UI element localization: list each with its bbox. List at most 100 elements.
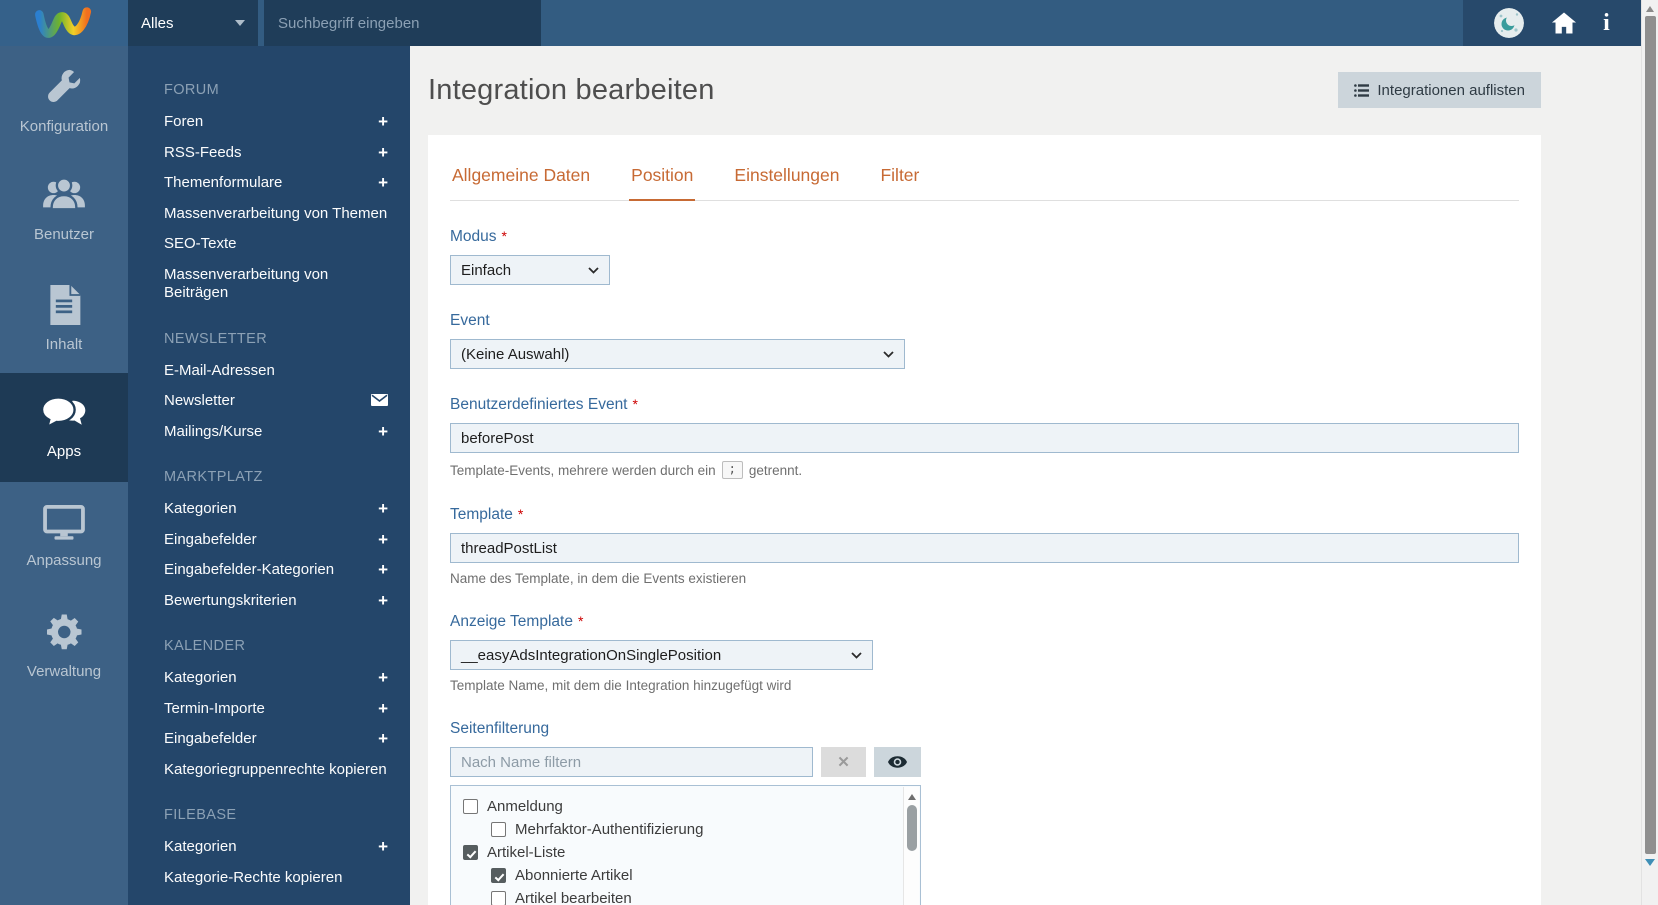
home-button[interactable] [1551,12,1577,34]
menu-item-label: SEO-Texte [164,235,237,252]
menu-item-rss-feeds[interactable]: RSS-Feeds + [128,138,410,169]
info-button[interactable]: i [1603,11,1610,35]
menu-item-filebase-kategorien[interactable]: Kategorien + [128,832,410,863]
list-integrations-button[interactable]: Integrationen auflisten [1338,72,1541,108]
tab-allgemeine-daten[interactable]: Allgemeine Daten [450,151,592,201]
page-row-label: Artikel-Liste [487,844,566,861]
plus-icon[interactable]: + [378,500,388,517]
menu-item-massenverarbeitung-beitraege[interactable]: Massenverarbeitung von Beiträgen [128,260,410,309]
app-logo[interactable] [0,0,128,46]
menu-item-themenformulare[interactable]: Themenformulare + [128,168,410,199]
plus-icon[interactable]: + [378,113,388,130]
scrollbar-thumb[interactable] [906,805,917,851]
required-marker: * [632,396,638,412]
scroll-down-arrow-icon[interactable] [1645,859,1655,866]
menu-item-termin-importe[interactable]: Termin-Importe + [128,694,410,725]
plus-icon[interactable]: + [378,592,388,609]
scroll-up-arrow-icon[interactable] [907,794,916,800]
woltlab-logo-icon [35,7,92,38]
menu-item-marktplatz-kategorien[interactable]: Kategorien + [128,494,410,525]
checkbox-unchecked-icon[interactable] [491,891,506,905]
tab-position[interactable]: Position [629,151,696,201]
menu-item-bewertungskriterien[interactable]: Bewertungskriterien + [128,586,410,617]
users-icon [43,176,85,210]
custom-event-input[interactable] [450,423,1519,453]
menu-item-seo-texte[interactable]: SEO-Texte [128,229,410,260]
menu-item-label: Kategoriegruppenrechte kopieren [164,760,387,778]
page-row-artikel-liste[interactable]: Artikel-Liste [451,841,920,864]
wrench-icon [48,69,81,102]
required-marker: * [501,228,507,244]
sidebar-item-konfiguration[interactable]: Konfiguration [0,46,128,155]
plus-icon[interactable]: + [378,561,388,578]
menu-item-label: Foren [164,113,204,130]
menu-item-marktplatz-eingabefelder[interactable]: Eingabefelder + [128,525,410,556]
list-integrations-label: Integrationen auflisten [1377,81,1525,99]
user-menu-button[interactable] [1494,8,1525,38]
plus-icon[interactable]: + [378,838,388,855]
scrollbar-thumb[interactable] [1644,16,1656,854]
plus-icon[interactable]: + [378,531,388,548]
page-filter-input[interactable] [450,747,813,777]
menu-item-email-adressen[interactable]: E-Mail-Adressen [128,356,410,387]
page-row-artikel-bearbeiten[interactable]: Artikel bearbeiten [451,887,920,905]
menu-item-massenverarbeitung-themen[interactable]: Massenverarbeitung von Themen [128,199,410,230]
menu-section-title: KALENDER [164,638,246,654]
page-row-anmeldung[interactable]: Anmeldung [451,795,920,818]
checkbox-unchecked-icon[interactable] [463,799,478,814]
search-input[interactable] [264,14,541,32]
checkbox-unchecked-icon[interactable] [491,822,506,837]
menu-item-newsletter[interactable]: Newsletter [128,386,410,417]
toggle-visibility-button[interactable] [874,747,921,777]
search-scope-select[interactable]: Alles [128,0,258,46]
event-select[interactable]: (Keine Auswahl) [450,339,905,369]
sidebar-item-apps[interactable]: Apps [0,373,128,482]
checkbox-checked-icon[interactable] [491,868,506,883]
icon-sidebar: Konfiguration Benutzer Inhalt Apps Anpas… [0,46,128,905]
display-template-select[interactable]: __easyAdsIntegrationOnSinglePosition [450,640,873,670]
page-row-mehrfaktor[interactable]: Mehrfaktor-Authentifizierung [451,818,920,841]
modus-label: Modus * [450,228,507,245]
checkbox-checked-icon[interactable] [463,845,478,860]
menu-item-kalender-eingabefelder[interactable]: Eingabefelder + [128,724,410,755]
sidebar-item-inhalt[interactable]: Inhalt [0,264,128,373]
document-icon [50,284,81,325]
scroll-up-arrow-icon[interactable] [1646,6,1654,12]
event-label: Event [450,312,490,329]
tab-filter[interactable]: Filter [878,151,921,201]
plus-icon[interactable]: + [378,144,388,161]
modus-select[interactable]: Einfach [450,255,610,285]
menu-section-title: FILEBASE [164,807,237,823]
sidebar-item-anpassung[interactable]: Anpassung [0,482,128,591]
menu-item-label: RSS-Feeds [164,143,242,161]
menu-item-label: Mailings/Kurse [164,422,263,440]
page-title: Integration bearbeiten [428,73,715,106]
list-scrollbar[interactable] [903,787,919,905]
sidebar-item-verwaltung[interactable]: Verwaltung [0,591,128,700]
plus-icon[interactable]: + [378,730,388,747]
eye-icon [888,756,907,768]
page-row-abonnierte-artikel[interactable]: Abonnierte Artikel [451,864,920,887]
menu-item-kategorie-rechte[interactable]: Kategorie-Rechte kopieren [128,863,410,894]
tab-einstellungen[interactable]: Einstellungen [732,151,841,201]
template-input[interactable] [450,533,1519,563]
topbar-icons: i [1463,0,1641,46]
page-row-label: Abonnierte Artikel [515,867,633,884]
plus-icon[interactable]: + [378,423,388,440]
semicolon-kbd: ; [721,461,743,479]
main-content: Integration bearbeiten Integrationen auf… [410,46,1641,905]
menu-item-mailings-kurse[interactable]: Mailings/Kurse + [128,417,410,448]
clear-filter-button[interactable]: ✕ [821,747,866,777]
plus-icon[interactable]: + [378,174,388,191]
menu-item-kalender-kategorien[interactable]: Kategorien + [128,663,410,694]
content-header: Integration bearbeiten Integrationen auf… [428,72,1541,108]
plus-icon[interactable]: + [378,669,388,686]
menu-item-kategoriegruppenrechte[interactable]: Kategoriegruppenrechte kopieren [128,755,410,786]
sidebar-item-benutzer[interactable]: Benutzer [0,155,128,264]
plus-icon[interactable]: + [378,700,388,717]
menu-item-foren[interactable]: Foren + [128,107,410,138]
menu-item-label: Termin-Importe [164,699,265,717]
menu-item-eingabefelder-kategorien[interactable]: Eingabefelder-Kategorien + [128,555,410,586]
page-scrollbar[interactable] [1641,0,1658,905]
envelope-icon[interactable] [371,394,388,408]
